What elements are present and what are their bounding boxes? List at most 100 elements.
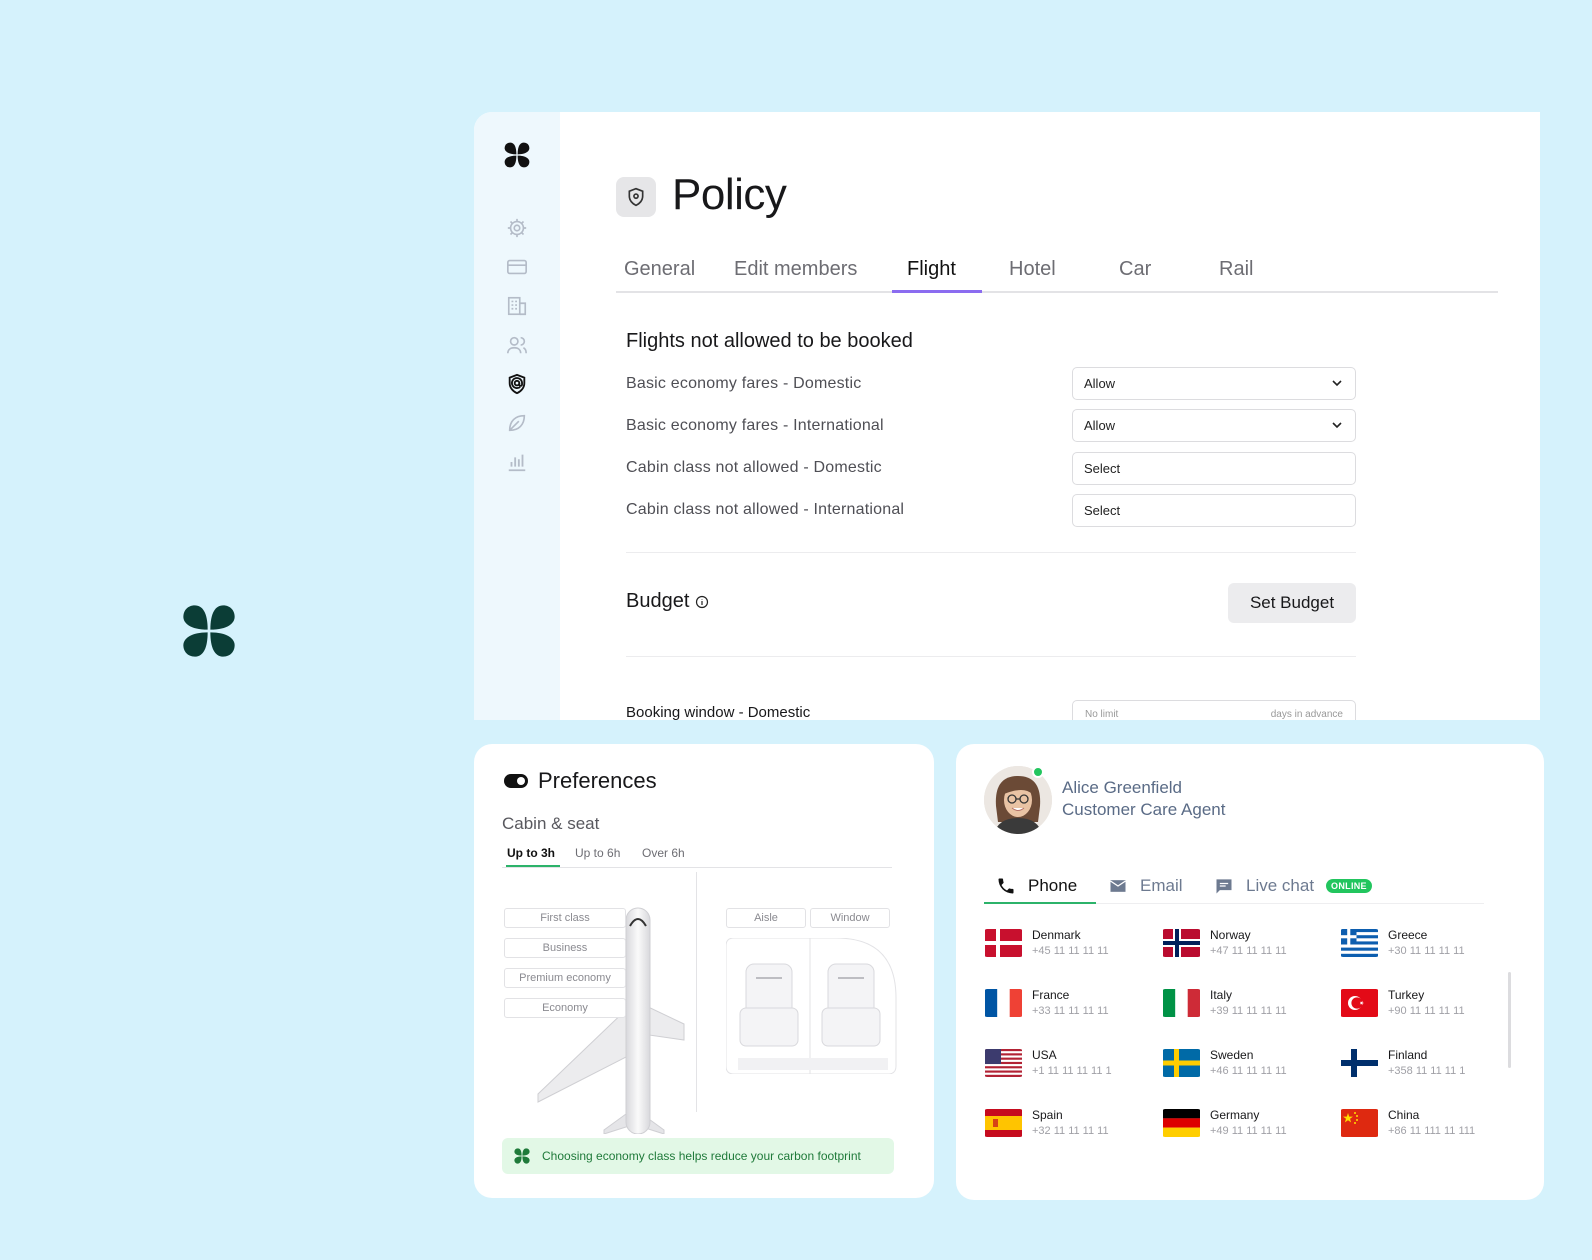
preferences-title: Preferences — [538, 768, 657, 793]
tab-edit-members[interactable]: Edit members — [734, 258, 857, 281]
country-sweden[interactable]: Sweden +46 11 11 11 11 — [1162, 1048, 1287, 1077]
usa-flag-icon — [985, 1048, 1022, 1077]
select-basic-domestic[interactable]: Allow — [1072, 367, 1356, 400]
row-label-cabin-domestic: Cabin class not allowed - Domestic — [626, 459, 882, 476]
duration-tabs: Up to 3h Up to 6h Over 6h — [502, 844, 892, 868]
country-name: Norway — [1210, 928, 1251, 942]
class-first[interactable]: First class — [504, 908, 626, 928]
tab-email-label: Email — [1140, 876, 1183, 895]
spain-flag-icon — [985, 1108, 1022, 1137]
card-icon[interactable] — [505, 255, 529, 279]
mail-icon — [1110, 880, 1126, 892]
gear-icon[interactable] — [505, 216, 529, 240]
tab-up-to-3h[interactable]: Up to 3h — [507, 846, 555, 860]
info-icon[interactable] — [695, 595, 709, 609]
country-name: Italy — [1210, 988, 1233, 1002]
select-value: Allow — [1084, 376, 1116, 391]
building-icon[interactable] — [505, 294, 529, 318]
booking-placeholder: No limit — [1085, 709, 1119, 720]
country-finland[interactable]: Finland +358 11 11 11 1 — [1340, 1048, 1465, 1077]
budget-label: Budget — [626, 590, 709, 613]
tab-general[interactable]: General — [624, 258, 695, 281]
country-name: Greece — [1388, 928, 1428, 942]
country-name: Spain — [1032, 1108, 1063, 1122]
country-greece[interactable]: Greece +30 11 11 11 11 — [1340, 928, 1465, 957]
tab-car[interactable]: Car — [1119, 258, 1151, 281]
leaf-icon[interactable] — [505, 411, 529, 435]
booking-window-label: Booking window - Domestic — [626, 704, 811, 720]
budget-text: Budget — [626, 590, 690, 612]
support-agent-card: Alice Greenfield Customer Care Agent Pho… — [956, 744, 1544, 1200]
country-name: Germany — [1210, 1108, 1260, 1122]
tab-rail[interactable]: Rail — [1219, 258, 1253, 281]
country-denmark[interactable]: Denmark +45 11 11 11 11 — [984, 928, 1109, 957]
row-label-basic-international: Basic economy fares - International — [626, 417, 884, 434]
online-status-dot — [1032, 766, 1044, 778]
finland-flag-icon — [1341, 1048, 1378, 1077]
country-italy[interactable]: Italy +39 11 11 11 11 — [1162, 988, 1287, 1017]
policy-window: Policy General Edit members Flight Hotel… — [474, 112, 1540, 720]
country-phone: +33 11 11 11 11 — [1032, 1005, 1109, 1017]
booking-window-input[interactable]: No limit days in advance — [1072, 700, 1356, 720]
page-title: Policy — [672, 170, 787, 219]
class-premium-economy[interactable]: Premium economy — [504, 968, 626, 988]
country-turkey[interactable]: Turkey +90 11 11 11 11 — [1340, 988, 1465, 1017]
chevron-down-icon — [1332, 422, 1342, 429]
tab-phone[interactable]: Phone — [996, 868, 1077, 904]
users-icon[interactable] — [505, 333, 529, 357]
select-value: Select — [1084, 503, 1121, 518]
country-name: Turkey — [1388, 988, 1425, 1002]
chart-icon[interactable] — [505, 450, 529, 474]
country-name: USA — [1032, 1048, 1057, 1062]
section-title: Flights not allowed to be booked — [626, 330, 913, 352]
agent-name: Alice Greenfield — [1062, 778, 1183, 797]
select-cabin-international[interactable]: Select — [1072, 494, 1356, 527]
online-badge: ONLINE — [1326, 879, 1372, 893]
country-name: Sweden — [1210, 1048, 1254, 1062]
sweden-flag-icon — [1163, 1048, 1200, 1077]
tab-hotel[interactable]: Hotel — [1009, 258, 1056, 281]
country-norway[interactable]: Norway +47 11 11 11 11 — [1162, 928, 1287, 957]
carbon-footprint-note: Choosing economy class helps reduce your… — [502, 1138, 894, 1174]
preferences-header: Preferences — [504, 768, 657, 794]
active-tab-underline — [984, 902, 1096, 904]
seats-illustration — [726, 938, 897, 1074]
policy-shield-icon[interactable] — [505, 372, 529, 396]
tab-email[interactable]: Email — [1108, 868, 1183, 904]
set-budget-button[interactable]: Set Budget — [1228, 583, 1356, 623]
country-usa[interactable]: USA +1 11 11 11 11 1 — [984, 1048, 1112, 1077]
booking-suffix: days in advance — [1270, 709, 1343, 720]
class-economy[interactable]: Economy — [504, 998, 626, 1018]
country-china[interactable]: China +86 11 111 11 111 — [1340, 1108, 1475, 1137]
country-name: China — [1388, 1108, 1420, 1122]
turkey-flag-icon — [1341, 988, 1378, 1017]
sidebar-logo-icon[interactable] — [504, 142, 530, 173]
class-business[interactable]: Business — [504, 938, 626, 958]
country-phone: +49 11 11 11 11 — [1210, 1125, 1287, 1137]
chat-icon — [1216, 879, 1232, 894]
divider — [626, 656, 1356, 657]
select-cabin-domestic[interactable]: Select — [1072, 452, 1356, 485]
country-france[interactable]: France +33 11 11 11 11 — [984, 988, 1109, 1017]
seat-window[interactable]: Window — [810, 908, 890, 928]
divider — [696, 872, 697, 1112]
select-value: Allow — [1084, 418, 1116, 433]
china-flag-icon — [1341, 1108, 1378, 1137]
tab-up-to-6h[interactable]: Up to 6h — [575, 846, 620, 860]
seat-aisle[interactable]: Aisle — [726, 908, 806, 928]
brand-leaf-icon — [514, 1148, 530, 1164]
tab-over-6h[interactable]: Over 6h — [642, 846, 685, 860]
active-tab-underline — [892, 290, 982, 293]
select-basic-international[interactable]: Allow — [1072, 409, 1356, 442]
divider — [626, 552, 1356, 553]
country-name: Denmark — [1032, 928, 1081, 942]
tab-live-chat[interactable]: Live chat ONLINE — [1214, 868, 1372, 904]
tab-phone-label: Phone — [1028, 876, 1078, 895]
contact-tabs: Phone Email Live chat ONLINE — [984, 868, 1484, 904]
tab-live-chat-label: Live chat — [1246, 876, 1315, 895]
country-germany[interactable]: Germany +49 11 11 11 11 — [1162, 1108, 1287, 1137]
country-name: France — [1032, 988, 1070, 1002]
scrollbar[interactable] — [1508, 972, 1511, 1068]
tab-flight[interactable]: Flight — [907, 258, 956, 281]
country-spain[interactable]: Spain +32 11 11 11 11 — [984, 1108, 1109, 1137]
